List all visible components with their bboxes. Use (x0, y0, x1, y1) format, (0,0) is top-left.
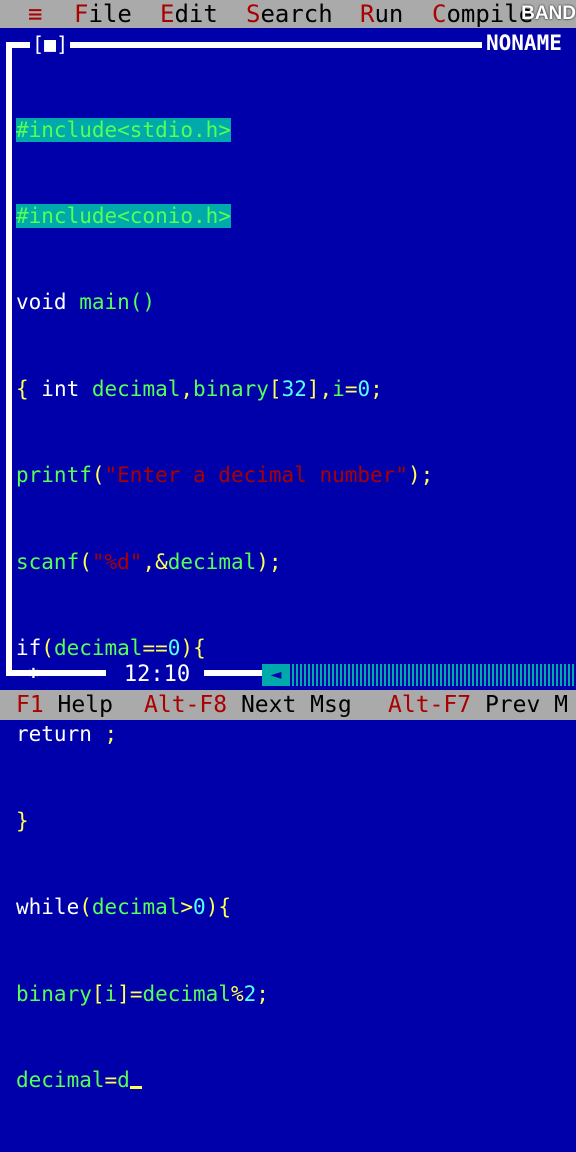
code-sym: ( (91, 463, 105, 488)
horizontal-scrollbar[interactable] (262, 664, 576, 686)
code-string: "%d" (91, 549, 143, 574)
code-number: 32 (281, 376, 307, 401)
code-line-3[interactable]: void main() (16, 288, 576, 317)
code-sym: ; (91, 722, 118, 747)
code-line-9[interactable]: } (16, 807, 576, 836)
status-bar: F1 Help Alt-F8 Next Msg Alt-F7 Prev M (0, 690, 576, 720)
code-sym: { (16, 376, 42, 401)
code-sym: ); (256, 549, 282, 574)
code-line-10[interactable]: while(decimal>0){ (16, 893, 576, 922)
code-sym: = (104, 1067, 118, 1092)
code-sym: ( (79, 549, 92, 574)
code-sym: ], (306, 376, 333, 401)
code-number: 0 (357, 376, 371, 401)
code-sym: [ (91, 981, 105, 1006)
code-keyword: void (16, 290, 67, 315)
code-line-8[interactable]: return ; (16, 720, 576, 749)
status-prev-msg[interactable]: Alt-F7 Prev M (388, 690, 568, 720)
code-ident: scanf (16, 549, 80, 574)
code-sym: ); (407, 463, 434, 488)
window-close-icon[interactable]: [■] (30, 32, 71, 56)
resize-icon[interactable]: ✱ (28, 664, 39, 682)
code-sym: = (344, 376, 358, 401)
code-sym: ,& (142, 549, 168, 574)
code-line-4[interactable]: { int decimal,binary[32],i=0; (16, 375, 576, 404)
code-string: "Enter a decimal number" (104, 463, 408, 488)
window-frame-left (6, 42, 12, 676)
code-ident: decimal (142, 981, 231, 1006)
code-ident: i (332, 376, 345, 401)
menu-bar: ≡ File Edit Search Run Compile BAND (0, 0, 576, 28)
code-sym: ){ (180, 635, 206, 660)
code-ident: decimal (91, 895, 181, 920)
code-number: 2 (243, 981, 257, 1006)
code-ident: binary (16, 981, 92, 1006)
code-ident: decimal (53, 635, 143, 660)
menu-search[interactable]: Search (246, 0, 333, 28)
code-sym: ( (41, 635, 54, 660)
code-sym: ){ (205, 895, 231, 920)
code-number: 0 (193, 895, 206, 920)
code-sym: ( (79, 895, 92, 920)
code-line-5[interactable]: printf("Enter a decimal number"); (16, 461, 576, 490)
code-line-6[interactable]: scanf("%d",&decimal); (16, 548, 576, 577)
menu-file[interactable]: File (74, 0, 132, 28)
code-text: #include<conio.h> (16, 203, 231, 228)
code-keyword: if (16, 635, 42, 660)
code-sym: % (230, 981, 244, 1006)
code-sym: [ (268, 376, 282, 401)
code-ident: decimal (79, 376, 181, 401)
window-frame-top (6, 42, 482, 48)
code-sym: , (180, 376, 194, 401)
code-ident: binary (193, 376, 269, 401)
code-keyword: return (16, 722, 92, 747)
window-title: NONAME (486, 30, 576, 56)
text-cursor (129, 1085, 142, 1089)
code-number: 0 (167, 635, 181, 660)
menu-edit[interactable]: Edit (160, 0, 218, 28)
code-ident: decimal (16, 1067, 105, 1092)
code-line-11[interactable]: binary[i]=decimal%2; (16, 980, 576, 1009)
code-sym: > (180, 895, 194, 920)
system-menu-icon[interactable]: ≡ (28, 0, 42, 28)
code-ident: d (117, 1067, 130, 1092)
code-line-1[interactable]: #include<stdio.h> (16, 116, 576, 145)
code-ident: main() (66, 290, 156, 315)
code-sym: == (142, 635, 168, 660)
code-sym: ; (256, 981, 269, 1006)
code-ident: printf (16, 463, 92, 488)
status-help[interactable]: F1 Help (16, 690, 113, 720)
code-ident: i (104, 981, 118, 1006)
code-ident: decimal (167, 549, 257, 574)
code-sym: ]= (117, 981, 143, 1006)
watermark-logo: BAND (521, 3, 576, 24)
code-sym: } (16, 808, 29, 833)
code-line-12[interactable]: decimal=d (16, 1066, 576, 1095)
scroll-left-arrow-icon[interactable]: ◄ (262, 664, 290, 686)
code-area[interactable]: #include<stdio.h> #include<conio.h> void… (16, 58, 576, 1152)
code-text: #include<stdio.h> (16, 117, 231, 142)
status-next-msg[interactable]: Alt-F8 Next Msg (144, 690, 352, 720)
code-line-7[interactable]: if(decimal==0){ (16, 634, 576, 663)
code-line-2[interactable]: #include<conio.h> (16, 202, 576, 231)
code-keyword: int (41, 376, 80, 401)
cursor-position: 12:10 (123, 662, 191, 687)
code-sym: ; (370, 376, 383, 401)
menu-run[interactable]: Run (360, 0, 403, 28)
editor-window[interactable]: [■] NONAME #include<stdio.h> #include<co… (0, 28, 576, 1092)
code-keyword: while (16, 895, 80, 920)
